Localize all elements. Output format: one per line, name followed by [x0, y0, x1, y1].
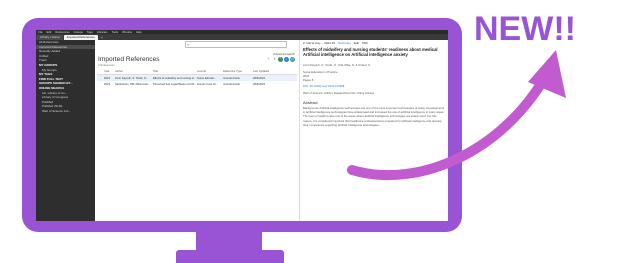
new-banner: NEW!! [474, 10, 576, 48]
arrow-shaft [347, 67, 553, 181]
